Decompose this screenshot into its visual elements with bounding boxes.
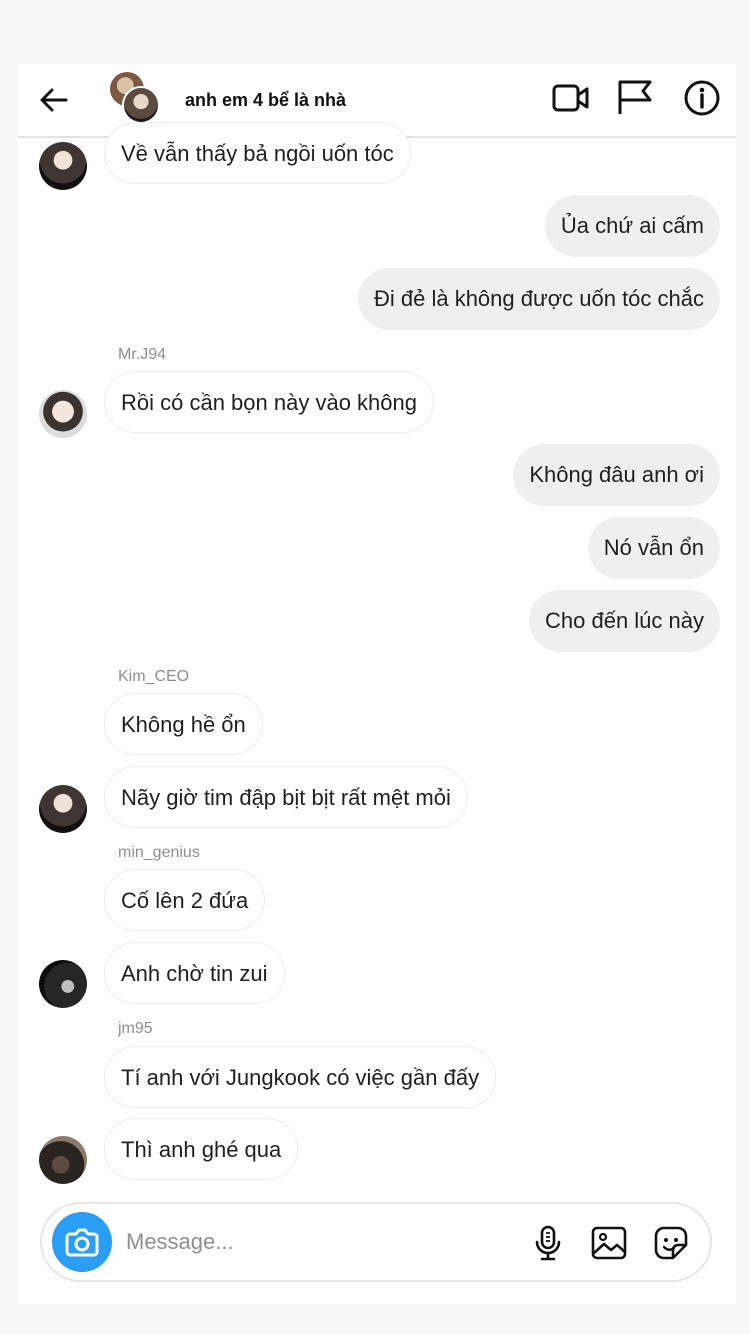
group-avatar[interactable] [110, 72, 162, 124]
sender-avatar[interactable] [39, 785, 87, 833]
camera-button[interactable] [52, 1212, 112, 1272]
message-bubble-incoming[interactable]: Không hề ổn [104, 693, 263, 755]
group-member-avatar [122, 86, 160, 124]
sender-name: min_genius [118, 844, 200, 861]
sticker-icon[interactable] [652, 1224, 690, 1262]
camera-icon [65, 1228, 99, 1257]
message-bubble-incoming[interactable]: Tí anh với Jungkook có việc gần đấy [104, 1046, 497, 1108]
chat-screen: anh em 4 bể là nhà Về vẫn thấy bả ngồi u… [18, 64, 736, 1304]
message-bubble-incoming[interactable]: Anh chờ tin zui [104, 942, 285, 1004]
message-bubble-outgoing[interactable]: Cho đến lúc này [529, 590, 720, 652]
message-composer [40, 1202, 712, 1282]
back-arrow-icon[interactable] [36, 82, 72, 118]
message-bubble-incoming[interactable]: Cố lên 2 đứa [104, 869, 266, 931]
message-bubble-outgoing[interactable]: Đi đẻ là không được uốn tóc chắc [357, 268, 720, 330]
message-bubble-incoming[interactable]: Rồi có cần bọn này vào không [104, 371, 434, 433]
sender-name: Mr.J94 [118, 346, 167, 363]
sender-avatar[interactable] [39, 1136, 87, 1184]
video-call-icon[interactable] [551, 78, 591, 118]
sender-name: jm95 [118, 1020, 153, 1037]
message-bubble-incoming[interactable]: Về vẫn thấy bả ngồi uốn tóc [104, 122, 411, 184]
chat-title[interactable]: anh em 4 bể là nhà [185, 90, 346, 111]
message-bubble-incoming[interactable]: Thì anh ghé qua [104, 1118, 299, 1180]
sender-name: Kim_CEO [118, 668, 190, 685]
flag-icon[interactable] [615, 78, 655, 118]
message-bubble-outgoing[interactable]: Không đâu anh ơi [513, 444, 720, 506]
message-bubble-outgoing[interactable]: Nó vẫn ổn [587, 517, 720, 579]
sender-avatar[interactable] [39, 960, 87, 1008]
microphone-icon[interactable] [529, 1224, 567, 1262]
message-input[interactable] [126, 1222, 506, 1262]
message-bubble-incoming[interactable]: Nãy giờ tim đập bịt bịt rất mệt mỏi [104, 766, 468, 828]
sender-avatar[interactable] [39, 142, 87, 190]
info-icon[interactable] [682, 78, 722, 118]
gallery-icon[interactable] [590, 1224, 628, 1262]
sender-avatar[interactable] [39, 390, 87, 438]
message-bubble-outgoing[interactable]: Ủa chứ ai cấm [544, 195, 720, 257]
